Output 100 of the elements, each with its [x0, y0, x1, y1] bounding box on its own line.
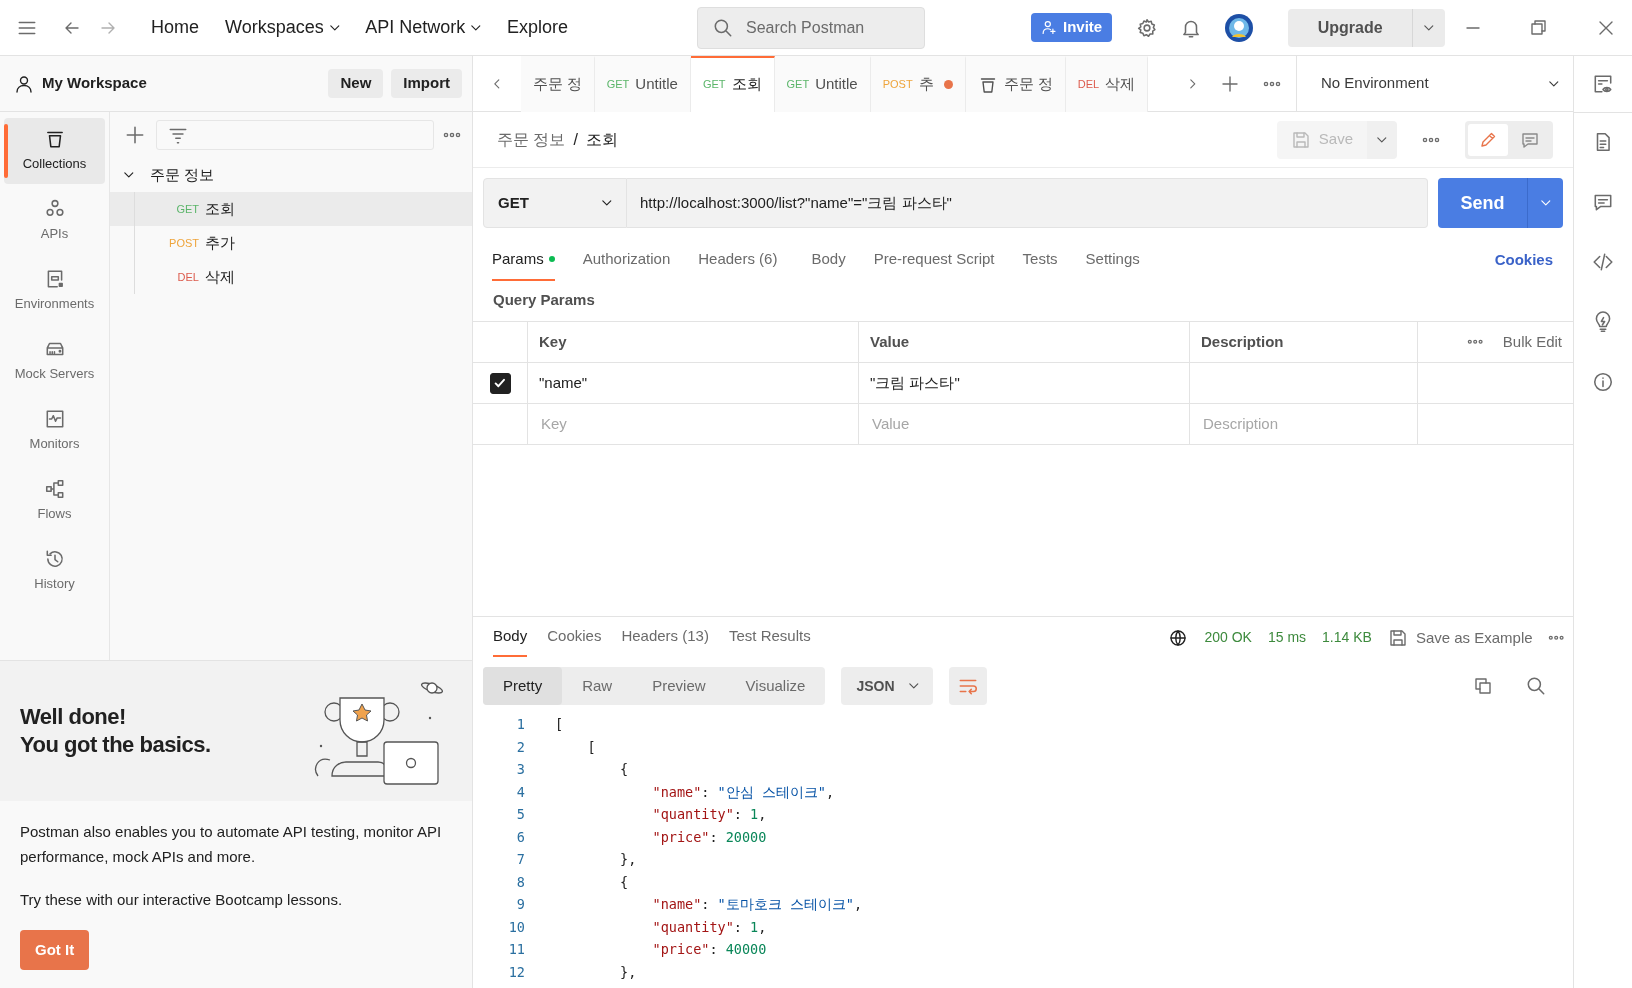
- environment-select[interactable]: No Environment: [1296, 55, 1573, 112]
- response-tab[interactable]: Cookies: [547, 624, 602, 657]
- request-section-tab[interactable]: Authorization: [582, 248, 671, 281]
- breadcrumb-separator: /: [573, 129, 578, 150]
- more-icon: [444, 133, 460, 137]
- copy-button[interactable]: [1473, 676, 1493, 696]
- new-tab-button[interactable]: [1220, 73, 1240, 94]
- response-tab[interactable]: Body: [493, 624, 528, 657]
- nav-link[interactable]: Home: [142, 14, 208, 41]
- upgrade-button[interactable]: Upgrade: [1288, 8, 1413, 47]
- code-line: "name": "토마호크 스테이크",: [651, 895, 863, 914]
- input-field[interactable]: Key: [539, 411, 847, 437]
- avatar[interactable]: [1224, 12, 1255, 43]
- tree-item[interactable]: GET 조회: [110, 192, 472, 226]
- line-number: 5: [515, 805, 526, 824]
- line-number: 9: [515, 895, 526, 914]
- chevron-icon: [602, 200, 612, 206]
- request-tab[interactable]: GET 조회: [690, 55, 775, 112]
- save-example-button[interactable]: Save as Example: [1387, 626, 1533, 649]
- code-line: },: [619, 962, 637, 982]
- wrap-button[interactable]: [949, 667, 988, 705]
- nav-link[interactable]: API Network: [356, 14, 490, 41]
- code-line: },: [619, 850, 637, 869]
- cookies-link[interactable]: Cookies: [1488, 248, 1559, 273]
- sidebar-item[interactable]: Environments: [4, 258, 105, 324]
- workspace-button[interactable]: New: [328, 69, 384, 98]
- more-button[interactable]: [444, 133, 460, 137]
- input-field[interactable]: Value: [870, 411, 1178, 437]
- scroll-right-button[interactable]: [1190, 78, 1196, 89]
- sidebar-item[interactable]: Collections: [4, 118, 105, 184]
- request-section-tab[interactable]: Settings: [1085, 248, 1140, 281]
- more-button[interactable]: [1548, 635, 1563, 640]
- edit-button[interactable]: [1468, 123, 1508, 156]
- tree-item[interactable]: POST 추가: [110, 226, 472, 260]
- table-cell-text: "name": [539, 372, 588, 393]
- search-field[interactable]: Search Postman: [743, 14, 894, 41]
- code-line: {: [619, 872, 629, 892]
- method-select[interactable]: GET: [483, 178, 627, 228]
- request-section-tab[interactable]: Params: [492, 248, 555, 281]
- request-section-tab[interactable]: Tests: [1022, 248, 1058, 281]
- minimize-button[interactable]: [1466, 26, 1480, 29]
- plus-icon: [1220, 73, 1240, 94]
- column-header: Key: [528, 322, 859, 362]
- request-tab[interactable]: 주문 정: [965, 55, 1066, 112]
- invite-button[interactable]: Invite: [1030, 13, 1113, 42]
- sidebar-item[interactable]: Flows: [4, 468, 105, 534]
- more-button[interactable]: [1264, 81, 1280, 86]
- code-line: "quantity": 1,: [651, 805, 767, 824]
- view-tab[interactable]: Visualize: [725, 667, 826, 705]
- banner-title: Well done! You got the basics.: [20, 703, 211, 759]
- workspace-button[interactable]: Import: [391, 69, 462, 98]
- bulk-edit-button[interactable]: Bulk Edit: [1502, 330, 1562, 354]
- sidebar-item[interactable]: History: [4, 538, 105, 604]
- tree-item[interactable]: DEL 삭제: [110, 260, 472, 294]
- copy-icon: [1473, 676, 1493, 696]
- search-bar[interactable]: Search Postman: [696, 6, 925, 49]
- globe-icon: [1168, 627, 1189, 648]
- request-tab[interactable]: GET Untitle: [774, 55, 871, 112]
- search-button[interactable]: [1525, 675, 1547, 697]
- send-button[interactable]: Send: [1438, 178, 1527, 228]
- nav-link[interactable]: Explore: [497, 14, 577, 41]
- minimize-icon: [1466, 26, 1480, 29]
- save-icon: [1387, 627, 1408, 648]
- nav-link[interactable]: Workspaces: [216, 14, 349, 41]
- more-button[interactable]: [1468, 340, 1483, 344]
- request-name: 조회: [585, 129, 618, 150]
- response-tab[interactable]: Headers (13): [621, 624, 709, 657]
- sidebar-item[interactable]: Mock Servers: [4, 328, 105, 394]
- breadcrumb-link[interactable]: 주문 정보: [497, 127, 566, 152]
- save-icon: [1290, 129, 1311, 150]
- response-tab[interactable]: Test Results: [728, 624, 811, 657]
- line-number: 2: [515, 737, 526, 757]
- request-tab[interactable]: GET Untitle: [594, 55, 691, 112]
- search-icon: [1525, 675, 1547, 697]
- sidebar-item[interactable]: APIs: [4, 188, 105, 254]
- response-size: 1.14 KB: [1322, 628, 1372, 648]
- restore-button[interactable]: [1528, 17, 1548, 38]
- view-tab[interactable]: Preview: [632, 667, 726, 705]
- url-field[interactable]: http://localhost:3000/list?"name"="크림 파스타": [627, 178, 1428, 228]
- format-select[interactable]: JSON: [841, 667, 934, 705]
- request-section-tab[interactable]: Body: [811, 248, 846, 281]
- chevron-icon: [908, 683, 919, 689]
- request-section-tab[interactable]: Pre-request Script: [873, 248, 995, 281]
- view-tab[interactable]: Raw: [562, 667, 633, 705]
- restore-icon: [1528, 17, 1548, 38]
- filter-field[interactable]: [156, 120, 434, 150]
- request-tab[interactable]: DEL 삭제: [1065, 55, 1149, 112]
- request-section-tab[interactable]: Headers (6): [698, 248, 778, 281]
- input-field[interactable]: Description: [1201, 411, 1406, 437]
- request-tab[interactable]: POST 추: [870, 55, 966, 112]
- workspace-name: My Workspace: [42, 73, 147, 94]
- request-tab[interactable]: 주문 정: [520, 55, 595, 112]
- add-button[interactable]: [124, 124, 146, 146]
- more-button[interactable]: [1423, 137, 1439, 142]
- sidebar-item[interactable]: Monitors: [4, 398, 105, 464]
- more-icon: [1423, 137, 1439, 142]
- checkbox[interactable]: [489, 372, 511, 394]
- view-tab[interactable]: Pretty: [483, 667, 563, 705]
- code-line: "price": 40000: [651, 940, 767, 959]
- tree-item[interactable]: 주문 정보: [110, 158, 472, 192]
